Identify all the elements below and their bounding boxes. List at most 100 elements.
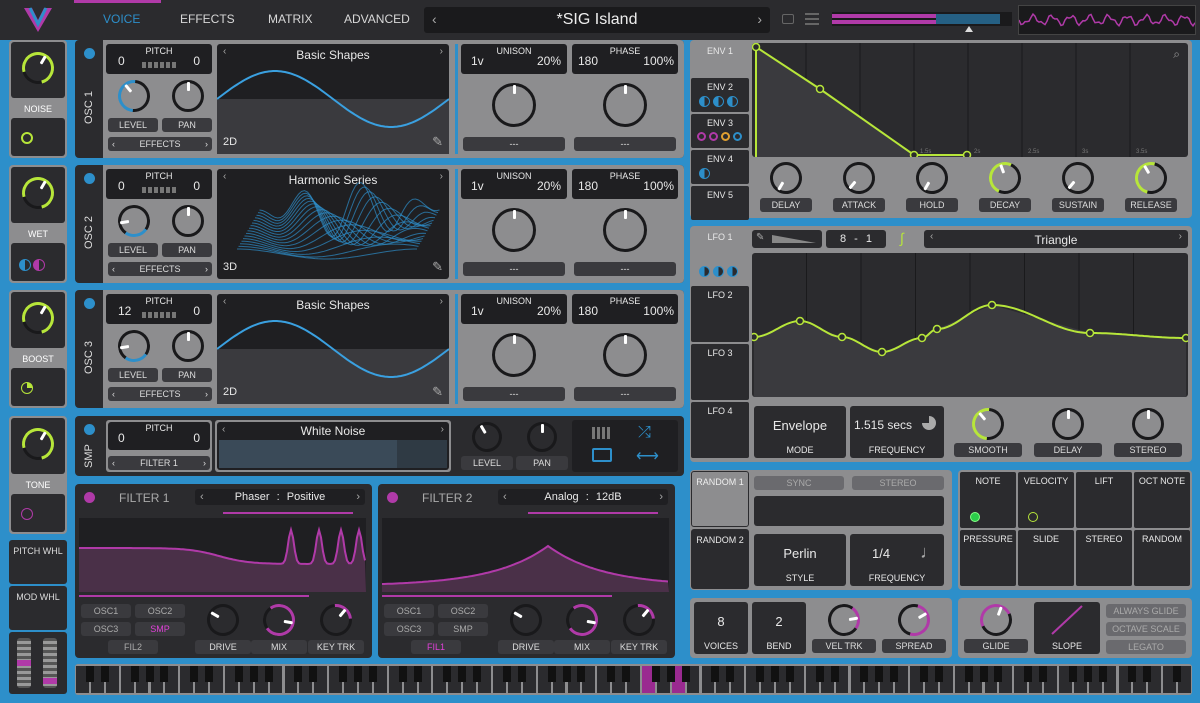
mod-source-stereo[interactable]: STEREO	[1076, 530, 1132, 586]
env-mod-icon[interactable]	[699, 96, 710, 107]
env-mod-icon[interactable]	[733, 132, 742, 141]
tab-voice[interactable]: VOICE	[103, 12, 140, 26]
preset-next-icon[interactable]: ›	[757, 11, 762, 27]
lfo-stereo-knob[interactable]	[1132, 408, 1164, 440]
black-key[interactable]	[815, 666, 824, 682]
black-key[interactable]	[458, 666, 467, 682]
black-key[interactable]	[771, 666, 779, 682]
black-key[interactable]	[368, 666, 377, 682]
edit-pencil-icon[interactable]: ✎	[432, 384, 443, 400]
wavetable-dimension[interactable]: 2D	[223, 136, 237, 148]
volume-meter[interactable]	[832, 12, 1012, 26]
filter-1-route-smp[interactable]: SMP	[135, 622, 185, 636]
black-key[interactable]	[160, 666, 169, 682]
edit-pencil-icon[interactable]: ✎	[432, 134, 443, 150]
black-key[interactable]	[130, 666, 139, 682]
pitch-wheel-button[interactable]: PITCH WHL	[9, 540, 67, 584]
sampler-power-toggle[interactable]	[84, 424, 95, 435]
sample-display[interactable]: ‹ White Noise ›	[217, 422, 449, 470]
zoom-icon[interactable]: ⌕	[1173, 47, 1180, 62]
mod-source-pressure[interactable]: PRESSURE	[960, 530, 1016, 586]
lfo-mod-icon[interactable]	[699, 266, 710, 277]
black-key[interactable]	[1128, 666, 1137, 682]
random-frequency-box[interactable]: 1/4 ♩ FREQUENCY	[850, 534, 944, 586]
macro-3-label[interactable]: BOOST	[9, 354, 67, 364]
filter-1-power-toggle[interactable]	[84, 492, 95, 503]
black-key[interactable]	[860, 666, 869, 682]
black-key[interactable]	[979, 666, 988, 682]
black-key[interactable]	[234, 666, 243, 682]
tab-env-4[interactable]: ENV 4	[691, 150, 749, 184]
macro-1-label[interactable]: NOISE	[9, 104, 67, 114]
osc-2-pitch-display[interactable]: PITCH 0 0	[106, 169, 212, 199]
macro-2-knob[interactable]	[16, 171, 60, 215]
wavetable-next-icon[interactable]: ›	[440, 46, 443, 57]
black-key[interactable]	[622, 666, 631, 682]
tab-random-2[interactable]: RANDOM 2	[691, 529, 749, 589]
black-key[interactable]	[547, 666, 556, 682]
black-key[interactable]	[577, 666, 586, 682]
lfo-graph[interactable]	[749, 253, 1191, 397]
macro-mod-icon-1[interactable]	[19, 259, 31, 271]
keyboard-track-icon[interactable]	[592, 427, 612, 439]
black-key[interactable]	[1039, 666, 1048, 682]
tab-env-3[interactable]: ENV 3	[691, 114, 749, 148]
filter-2-drive-knob[interactable]	[504, 598, 548, 642]
mod-active-icon[interactable]	[970, 512, 980, 522]
filter-2-response-graph[interactable]	[382, 518, 669, 592]
sampler-pitch-display[interactable]: 0 PITCH 0	[108, 422, 210, 450]
octave-scale-toggle[interactable]: OCTAVE SCALE	[1106, 622, 1186, 636]
filter-1-blend-slider[interactable]	[223, 512, 353, 514]
osc-1-wavetable[interactable]: ‹ Basic Shapes › 2D ✎	[217, 44, 449, 154]
filter-2-blend-slider[interactable]	[528, 512, 658, 514]
osc-3-phase-knob[interactable]	[603, 333, 647, 377]
mod-source-oct-note[interactable]: OCT NOTE	[1134, 472, 1190, 528]
note-icon[interactable]: ♩	[920, 542, 938, 563]
osc-2-pan-knob[interactable]	[172, 205, 204, 237]
osc-1-effects-route[interactable]: ‹ EFFECTS ›	[108, 137, 212, 151]
lfo-frequency-box[interactable]: 1.515 secs FREQUENCY	[850, 406, 944, 458]
osc-2-effects-route[interactable]: ‹ EFFECTS ›	[108, 262, 212, 276]
filter-2-route-osc2[interactable]: OSC2	[438, 604, 488, 618]
osc-1-frame-slider[interactable]	[455, 44, 458, 154]
tab-lfo-2[interactable]: LFO 2	[691, 286, 749, 342]
mod-source-lift[interactable]: LIFT	[1076, 472, 1132, 528]
black-key[interactable]	[398, 666, 407, 682]
bounce-icon[interactable]: ⟷	[636, 446, 659, 466]
osc-spectral-dots[interactable]	[142, 312, 176, 318]
osc-3-pitch-display[interactable]: PITCH 12 0	[106, 294, 212, 324]
lfo-smooth-mode-icon[interactable]: ∫	[900, 230, 904, 246]
black-key[interactable]	[919, 666, 928, 682]
distortion-mode[interactable]: ---	[574, 262, 676, 276]
wavetable-name[interactable]: Basic Shapes	[217, 48, 449, 62]
mod-source-random[interactable]: RANDOM	[1134, 530, 1190, 586]
black-key[interactable]	[875, 666, 884, 682]
legato-toggle[interactable]: LEGATO	[1106, 640, 1186, 654]
osc-1-unison-knob[interactable]	[492, 83, 536, 127]
black-key[interactable]	[890, 666, 899, 682]
black-key[interactable]	[964, 666, 973, 682]
black-key[interactable]	[473, 666, 482, 682]
wavetable-dimension[interactable]: 2D	[223, 386, 237, 398]
macro-mod-icon[interactable]	[21, 382, 33, 394]
osc-3-power-toggle[interactable]	[84, 298, 95, 309]
tab-env-1[interactable]: ENV 1	[691, 42, 749, 76]
osc-2-power-toggle[interactable]	[84, 173, 95, 184]
osc-3-unison-knob[interactable]	[492, 333, 536, 377]
macro-mod-target-icon[interactable]	[21, 132, 33, 144]
osc-2-frame-slider[interactable]	[455, 169, 458, 279]
black-key[interactable]	[413, 666, 422, 682]
filter-1-response-graph[interactable]	[79, 518, 366, 592]
osc-2-unison-display[interactable]: UNISON 1v 20%	[461, 169, 567, 199]
black-key[interactable]	[294, 666, 303, 682]
mod-active-icon[interactable]	[1028, 512, 1038, 522]
keyboard[interactable]	[75, 664, 1192, 695]
black-key[interactable]	[666, 666, 675, 682]
lfo-sync-rate[interactable]: 8-1	[826, 230, 886, 248]
osc-3-effects-route[interactable]: ‹ EFFECTS ›	[108, 387, 212, 401]
random-style-box[interactable]: Perlin STYLE	[754, 534, 846, 586]
black-key[interactable]	[249, 666, 258, 682]
filter-2-route-other[interactable]: FIL1	[411, 640, 461, 654]
macro-4-knob[interactable]	[16, 422, 60, 466]
black-key[interactable]	[607, 666, 616, 682]
